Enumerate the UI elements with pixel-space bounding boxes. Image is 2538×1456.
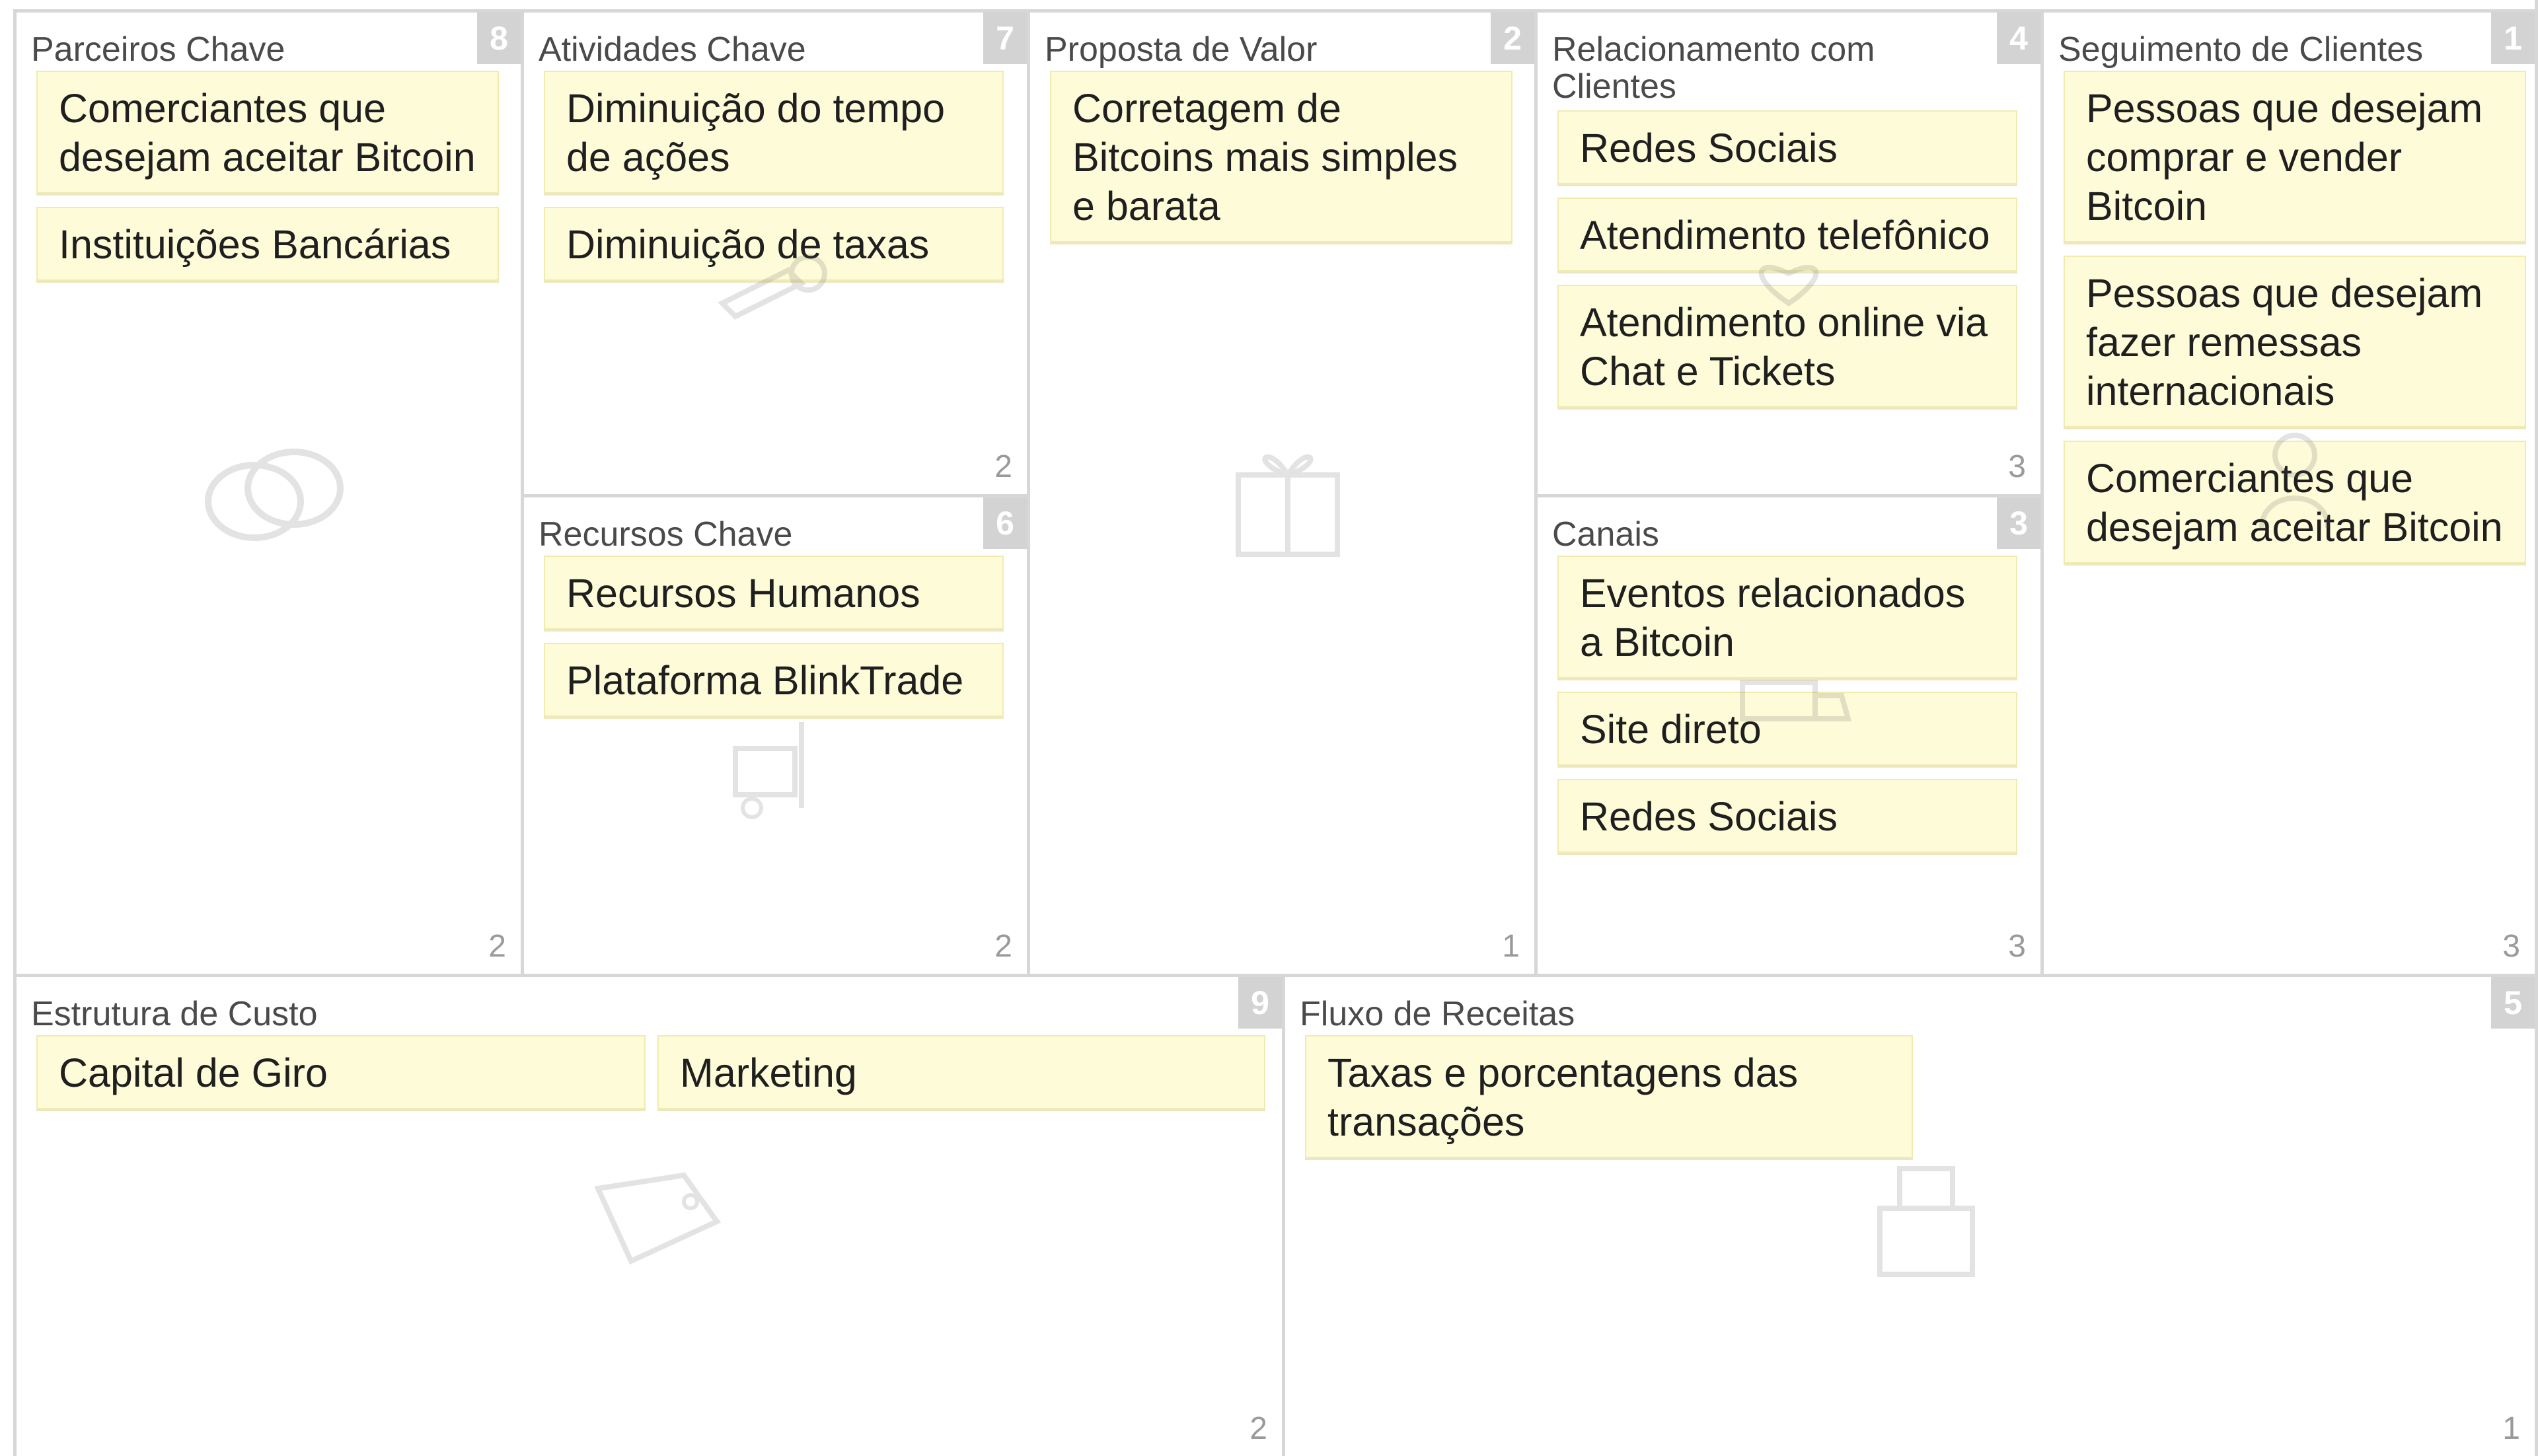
rings-icon — [195, 435, 354, 554]
sticky-note[interactable]: Redes Sociais — [1557, 779, 2017, 853]
sticky-note[interactable]: Taxas e porcentagens das transações — [1305, 1035, 1913, 1158]
heart-icon — [1736, 257, 1842, 310]
note-count: 2 — [994, 449, 1012, 484]
block-title: Proposta de Valor — [1045, 30, 1318, 69]
notes-list: Capital de Giro Marketing — [36, 1035, 1265, 1122]
block-customer-relationships[interactable]: Relacionamento com Clientes 4 Redes Soci… — [1534, 9, 2040, 494]
sticky-note[interactable]: Marketing — [657, 1035, 1265, 1109]
truck-icon — [1736, 669, 1855, 735]
block-number-badge: 8 — [477, 13, 521, 64]
sticky-note[interactable]: Pessoas que desejam fazer remessas inter… — [2064, 256, 2526, 427]
block-customer-segments[interactable]: Seguimento de Clientes 1 Pessoas que des… — [2040, 9, 2535, 974]
block-key-resources[interactable]: Recursos Chave 6 Recursos Humanos Plataf… — [521, 494, 1027, 974]
canvas-right-border — [2535, 0, 2538, 1456]
note-count: 3 — [2008, 929, 2026, 964]
tools-icon — [709, 244, 841, 323]
block-title: Seguimento de Clientes — [2058, 30, 2424, 69]
block-key-activities[interactable]: Atividades Chave 7 Diminuição do tempo d… — [521, 9, 1027, 494]
notes-list: Comerciantes que desejam aceitar Bitcoin… — [36, 71, 499, 294]
block-title: Fluxo de Receitas — [1300, 995, 1575, 1033]
note-count: 2 — [1250, 1411, 1267, 1446]
sticky-note[interactable]: Capital de Giro — [36, 1035, 646, 1109]
sticky-note[interactable]: Comerciantes que desejam aceitar Bitcoin — [36, 71, 499, 194]
block-number-badge: 5 — [2491, 977, 2535, 1029]
note-count: 3 — [2008, 449, 2026, 484]
block-channels[interactable]: Canais 3 Eventos relacionados a Bitcoin … — [1534, 494, 2040, 974]
sticky-note[interactable]: Pessoas que desejam comprar e vender Bit… — [2064, 71, 2526, 242]
sticky-note[interactable]: Corretagem de Bitcoins mais simples e ba… — [1050, 71, 1512, 242]
block-number-badge: 9 — [1238, 977, 1282, 1029]
block-value-proposition[interactable]: Proposta de Valor 2 Corretagem de Bitcoi… — [1027, 9, 1534, 974]
block-title: Atividades Chave — [539, 30, 806, 69]
block-key-partners[interactable]: Parceiros Chave 8 Comerciantes que desej… — [13, 9, 521, 974]
sticky-note[interactable]: Eventos relacionados a Bitcoin — [1557, 556, 2017, 678]
sticky-note[interactable]: Redes Sociais — [1557, 110, 2017, 184]
block-title: Parceiros Chave — [31, 30, 285, 69]
block-number-badge: 6 — [983, 497, 1027, 549]
sticky-note[interactable]: Diminuição do tempo de ações — [544, 71, 1004, 194]
forklift-icon — [716, 709, 835, 821]
note-count: 2 — [488, 929, 506, 964]
block-revenue-streams[interactable]: Fluxo de Receitas 5 Taxas e porcentagens… — [1282, 974, 2535, 1456]
price-tag-icon — [585, 1162, 730, 1274]
notes-list: Corretagem de Bitcoins mais simples e ba… — [1050, 71, 1512, 256]
note-count: 2 — [994, 929, 1012, 964]
notes-list: Recursos Humanos Plataforma BlinkTrade — [544, 556, 1004, 730]
note-count: 3 — [2502, 929, 2520, 964]
block-number-badge: 7 — [983, 13, 1027, 64]
block-number-badge: 3 — [1997, 497, 2040, 549]
cash-register-icon — [1867, 1155, 1986, 1288]
block-cost-structure[interactable]: Estrutura de Custo 9 Capital de Giro Mar… — [13, 974, 1282, 1456]
block-number-badge: 1 — [2491, 13, 2535, 64]
block-title: Relacionamento com Clientes — [1552, 30, 1875, 106]
block-number-badge: 4 — [1997, 13, 2040, 64]
business-model-canvas: Parceiros Chave 8 Comerciantes que desej… — [0, 0, 2538, 1456]
sticky-note[interactable]: Recursos Humanos — [544, 556, 1004, 630]
block-title: Estrutura de Custo — [31, 995, 318, 1033]
block-number-badge: 2 — [1491, 13, 1534, 64]
notes-list: Taxas e porcentagens das transações — [1305, 1035, 1913, 1171]
note-count: 1 — [2502, 1411, 2520, 1446]
gift-icon — [1222, 429, 1354, 567]
note-count: 1 — [1502, 929, 1520, 964]
block-title: Canais — [1552, 515, 1659, 554]
people-icon — [2235, 422, 2354, 541]
sticky-note[interactable]: Instituições Bancárias — [36, 207, 499, 281]
block-title: Recursos Chave — [539, 515, 793, 554]
sticky-note[interactable]: Plataforma BlinkTrade — [544, 643, 1004, 717]
